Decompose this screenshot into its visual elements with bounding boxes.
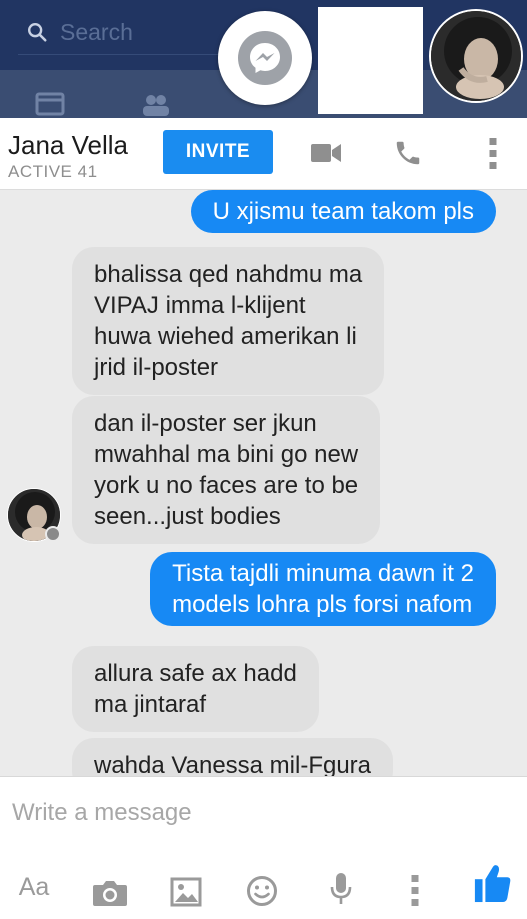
message-line: huwa wiehed amerikan li [94,323,357,350]
message-outgoing[interactable]: Tista tajdli minuma dawn it 2 models loh… [150,552,496,626]
message-line: mwahhal ma bini go new [94,441,359,468]
invite-button[interactable]: INVITE [163,130,273,174]
contact-name[interactable]: Jana Vella [8,130,128,161]
emoji-icon[interactable] [246,871,278,911]
message-line: allura safe ax hadd [94,660,297,687]
search-placeholder: Search [60,18,133,45]
message-line: Tista tajdli minuma dawn it 2 [172,560,474,587]
search-field[interactable]: Search [18,12,218,52]
message-line: VIPAJ imma l-klijent [94,292,306,319]
more-vertical-icon[interactable] [488,138,498,170]
news-feed-icon[interactable] [35,92,65,116]
message-outgoing[interactable]: U xjismu team takom pls [190,190,496,233]
message-composer: Aa [0,776,527,919]
profile-photo [431,11,521,101]
microphone-icon[interactable] [330,869,352,909]
contact-status: ACTIVE 41 [8,162,98,181]
message-line: wahda Vanessa mil-Fgura [94,752,372,776]
like-icon[interactable] [473,863,513,903]
video-call-icon[interactable] [310,142,342,164]
search-icon [28,23,47,42]
search-underline [18,54,218,55]
message-line: ma jintaraf [94,691,207,718]
chat-header: Jana Vella ACTIVE 41 INVITE [0,118,527,190]
message-incoming[interactable]: dan il-poster ser jkun mwahhal ma bini g… [72,396,381,544]
message-line: U xjismu team takom pls [212,198,474,225]
image-icon[interactable] [170,872,202,912]
messenger-chathead[interactable] [218,11,312,105]
messenger-badge-icon [45,526,61,542]
message-line: dan il-poster ser jkun [94,410,317,437]
camera-icon[interactable] [92,873,128,913]
message-line: seen...just bodies [94,503,281,530]
redacted-area [318,7,423,114]
message-input[interactable] [12,793,512,833]
message-line: bhalissa qed nahdmu ma [94,261,363,288]
messenger-icon [250,43,280,73]
contact-chathead-avatar[interactable] [429,9,523,103]
message-line: models lohra pls forsi nafom [172,591,473,618]
more-vertical-icon[interactable] [410,871,420,911]
message-list[interactable]: U xjismu team takom pls bhalissa qed nah… [0,190,527,776]
message-line: jrid il-poster [94,354,219,381]
friends-icon[interactable] [140,92,170,116]
message-incoming[interactable]: wahda Vanessa mil-Fgura [72,738,394,776]
message-incoming[interactable]: bhalissa qed nahdmu ma VIPAJ imma l-klij… [72,247,385,395]
message-incoming[interactable]: allura safe ax hadd ma jintaraf [72,646,319,732]
phone-icon[interactable] [393,138,423,168]
text-format-button[interactable]: Aa [16,867,52,907]
message-line: york u no faces are to be [94,472,359,499]
